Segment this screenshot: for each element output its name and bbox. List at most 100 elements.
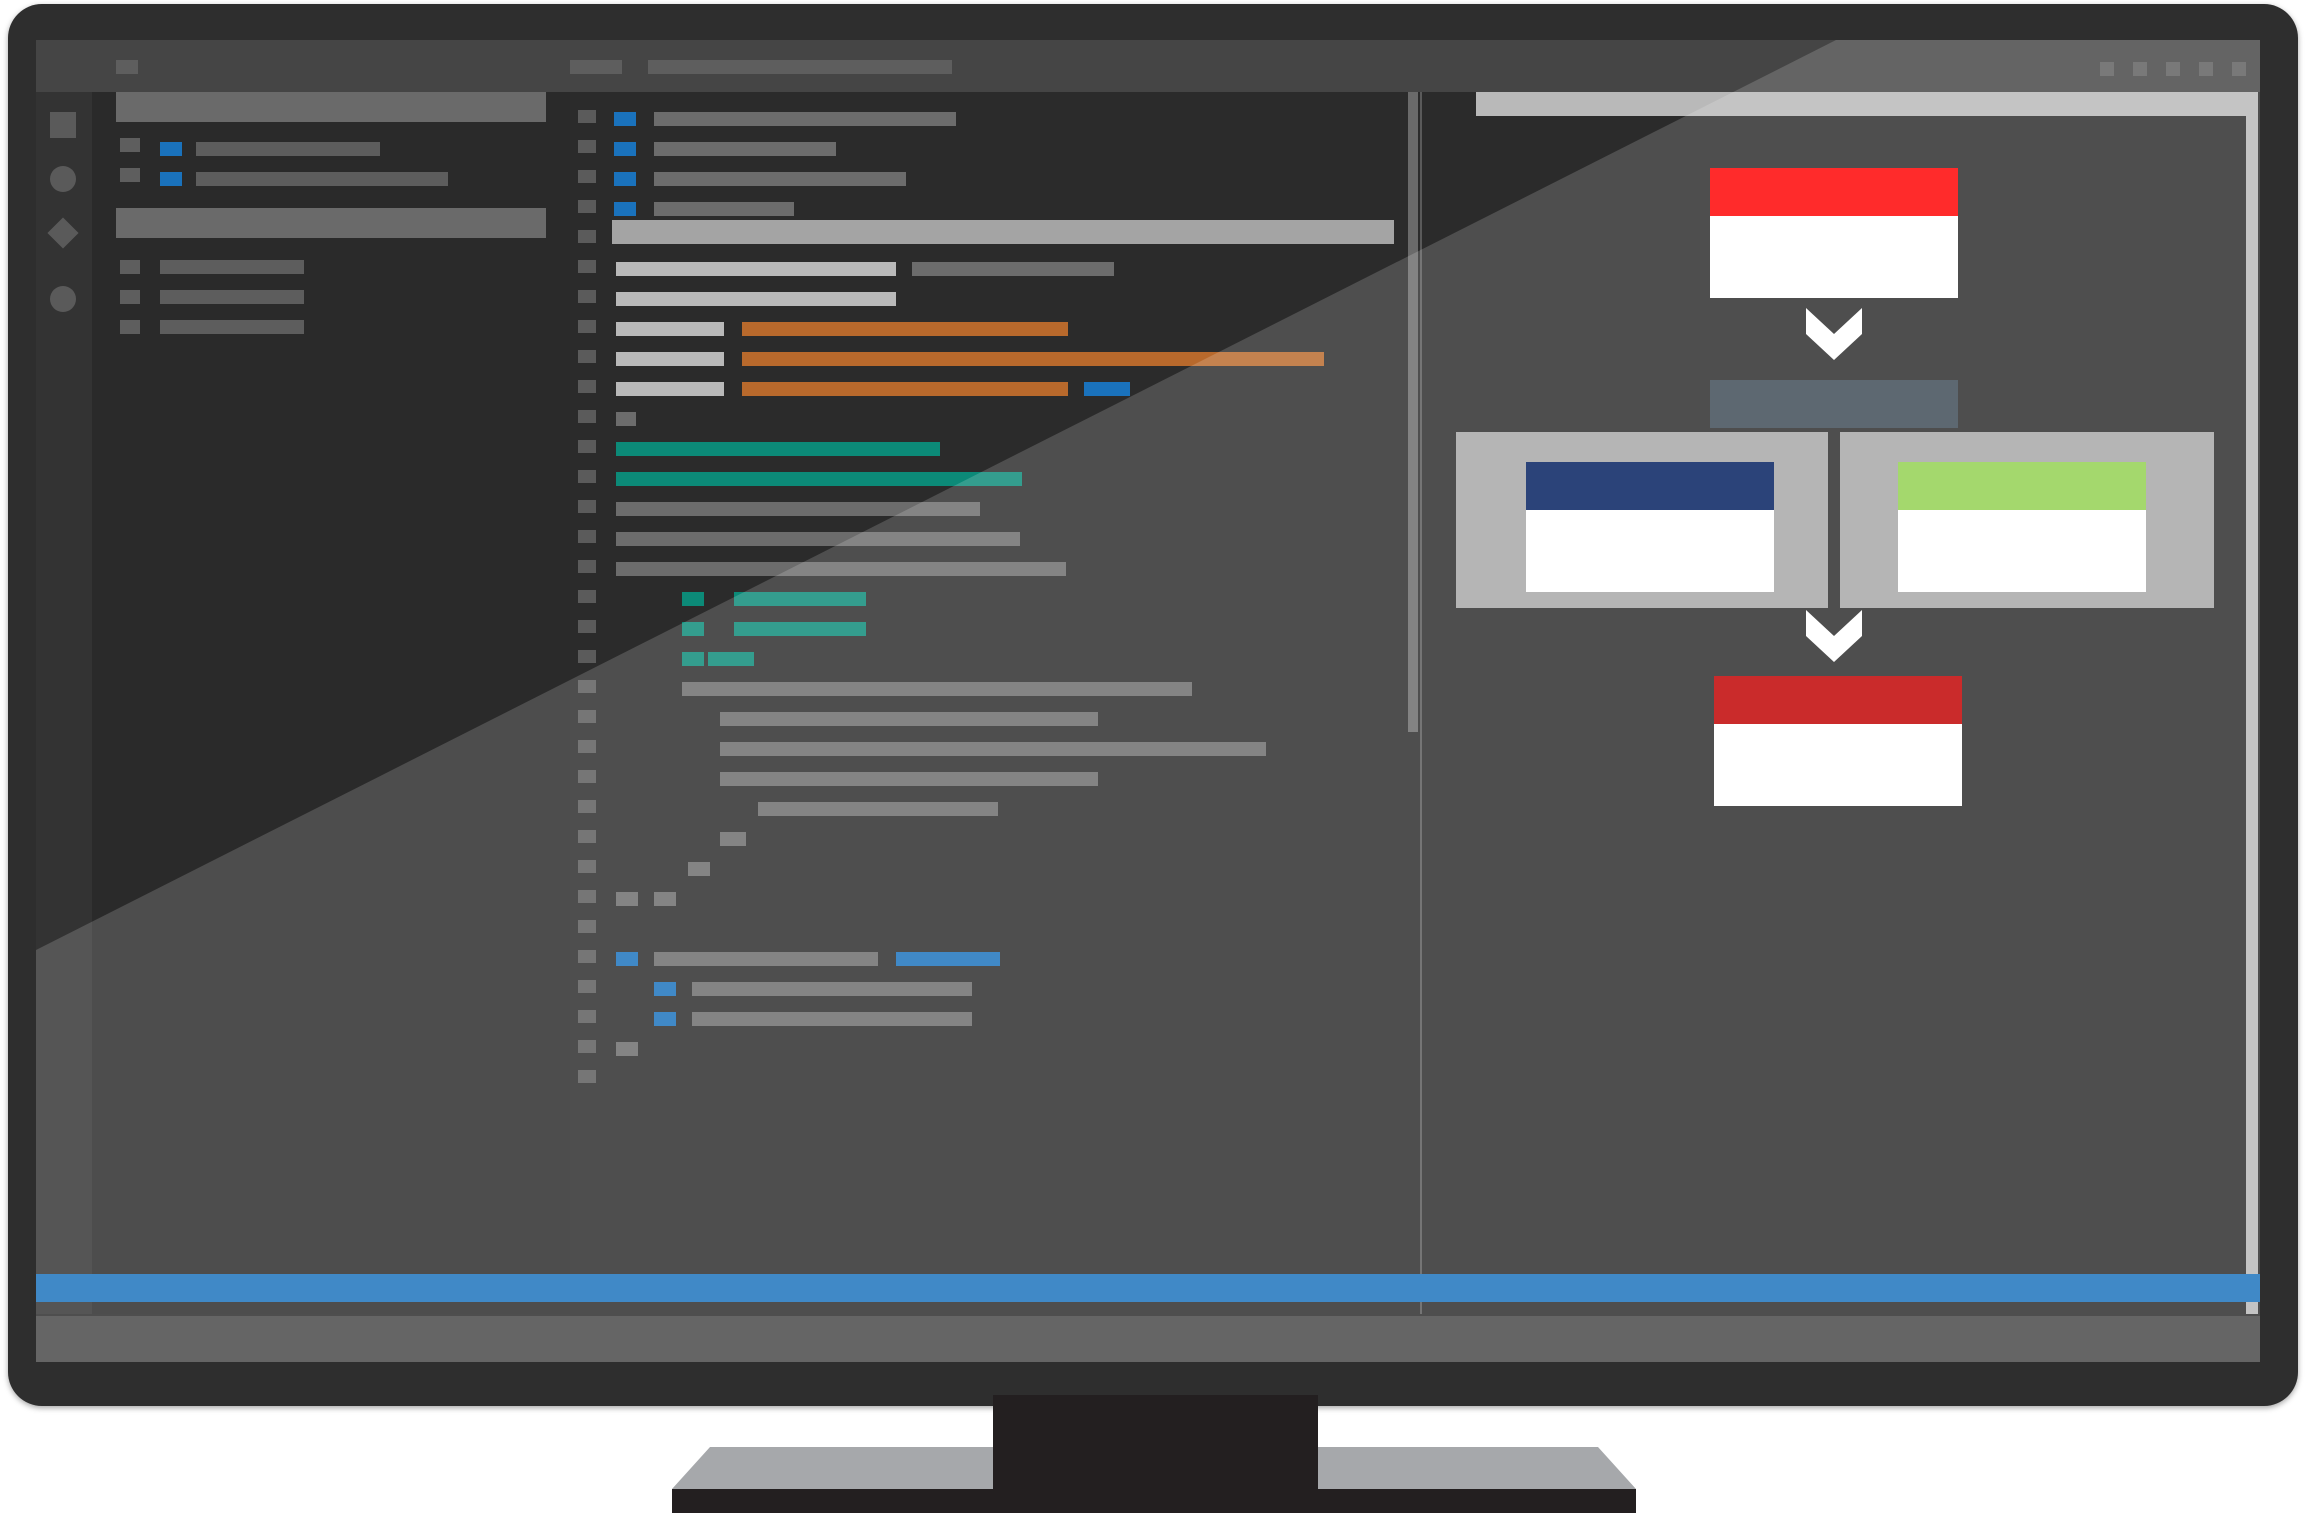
line-number bbox=[578, 530, 596, 543]
flow-node-bottom bbox=[1714, 676, 1962, 806]
window-button[interactable] bbox=[2100, 62, 2114, 76]
line-number bbox=[578, 680, 596, 693]
monitor-stand-base bbox=[672, 1447, 1636, 1513]
activity-bar bbox=[36, 92, 92, 1314]
line-number bbox=[578, 830, 596, 843]
sidebar-section-header[interactable] bbox=[116, 92, 546, 122]
code-token bbox=[616, 562, 1066, 576]
tree-chevron[interactable] bbox=[120, 260, 140, 274]
code-token bbox=[616, 892, 638, 906]
tree-chevron[interactable] bbox=[120, 290, 140, 304]
search-icon[interactable] bbox=[50, 166, 76, 192]
code-editor[interactable] bbox=[570, 92, 1420, 1314]
code-token bbox=[734, 592, 866, 606]
code-token bbox=[758, 802, 998, 816]
line-number bbox=[578, 110, 596, 123]
flow-node-left bbox=[1526, 462, 1774, 592]
code-token bbox=[720, 832, 746, 846]
line-number bbox=[578, 320, 596, 333]
down-chevron-icon bbox=[1806, 308, 1862, 360]
line-number bbox=[578, 440, 596, 453]
file-type-icon bbox=[160, 142, 182, 156]
code-token bbox=[614, 142, 636, 156]
line-number bbox=[578, 860, 596, 873]
highlighted-line bbox=[612, 220, 1394, 244]
file-name-placeholder[interactable] bbox=[160, 320, 304, 334]
code-token bbox=[742, 322, 1068, 336]
code-token bbox=[688, 862, 710, 876]
line-number bbox=[578, 1010, 596, 1023]
line-number bbox=[578, 650, 596, 663]
code-token bbox=[912, 262, 1114, 276]
line-number bbox=[578, 350, 596, 363]
line-number bbox=[578, 170, 596, 183]
code-token bbox=[654, 1012, 676, 1026]
code-token bbox=[614, 172, 636, 186]
line-number bbox=[578, 620, 596, 633]
code-token bbox=[616, 262, 896, 276]
code-token bbox=[616, 442, 940, 456]
code-token bbox=[720, 772, 1098, 786]
line-number bbox=[578, 290, 596, 303]
preview-scrollbar[interactable] bbox=[2246, 92, 2258, 1314]
flow-node-header bbox=[1710, 168, 1958, 216]
code-token bbox=[616, 472, 1022, 486]
tree-chevron[interactable] bbox=[120, 168, 140, 182]
line-number bbox=[578, 500, 596, 513]
line-number bbox=[578, 590, 596, 603]
code-token bbox=[614, 202, 636, 216]
code-token bbox=[616, 532, 1020, 546]
down-chevron-icon bbox=[1806, 610, 1862, 662]
line-number bbox=[578, 140, 596, 153]
bottom-panel bbox=[36, 1316, 2260, 1362]
code-token bbox=[654, 982, 676, 996]
code-token bbox=[616, 322, 724, 336]
line-number bbox=[578, 740, 596, 753]
code-token bbox=[720, 712, 1098, 726]
line-number bbox=[578, 560, 596, 573]
code-token bbox=[734, 622, 866, 636]
source-control-icon[interactable] bbox=[47, 217, 79, 249]
file-name-placeholder[interactable] bbox=[160, 260, 304, 274]
file-name-placeholder[interactable] bbox=[196, 142, 380, 156]
code-token bbox=[654, 952, 878, 966]
window-button[interactable] bbox=[2199, 62, 2213, 76]
line-number bbox=[578, 1070, 596, 1083]
tree-chevron[interactable] bbox=[120, 320, 140, 334]
flow-node-right bbox=[1898, 462, 2146, 592]
file-type-icon bbox=[160, 172, 182, 186]
line-number bbox=[578, 200, 596, 213]
code-token bbox=[616, 292, 896, 306]
code-token bbox=[692, 982, 972, 996]
file-name-placeholder[interactable] bbox=[196, 172, 448, 186]
code-token bbox=[654, 892, 676, 906]
line-number bbox=[578, 380, 596, 393]
window-button[interactable] bbox=[2166, 62, 2180, 76]
editor-scrollbar[interactable] bbox=[1408, 92, 1418, 732]
file-icon[interactable] bbox=[50, 112, 76, 138]
code-token bbox=[742, 382, 1068, 396]
window-button[interactable] bbox=[2133, 62, 2147, 76]
code-token bbox=[720, 742, 1266, 756]
file-name-placeholder[interactable] bbox=[160, 290, 304, 304]
flow-node-middle bbox=[1710, 380, 1958, 428]
sidebar-section-header[interactable] bbox=[116, 208, 546, 238]
extensions-icon[interactable] bbox=[50, 286, 76, 312]
window-button[interactable] bbox=[2232, 62, 2246, 76]
menu-placeholder[interactable] bbox=[116, 60, 138, 74]
tab-placeholder[interactable] bbox=[570, 60, 622, 74]
code-token bbox=[654, 142, 836, 156]
status-bar bbox=[36, 1274, 2260, 1302]
tree-chevron[interactable] bbox=[120, 138, 140, 152]
flow-node-header bbox=[1526, 462, 1774, 510]
code-token bbox=[654, 112, 956, 126]
line-number bbox=[578, 800, 596, 813]
code-token bbox=[708, 652, 754, 666]
code-token bbox=[682, 622, 704, 636]
code-token bbox=[616, 1042, 638, 1056]
line-number bbox=[578, 710, 596, 723]
code-token bbox=[616, 502, 980, 516]
sidebar bbox=[92, 92, 570, 1314]
tab-title-placeholder[interactable] bbox=[648, 60, 952, 74]
flow-node-top bbox=[1710, 168, 1958, 298]
